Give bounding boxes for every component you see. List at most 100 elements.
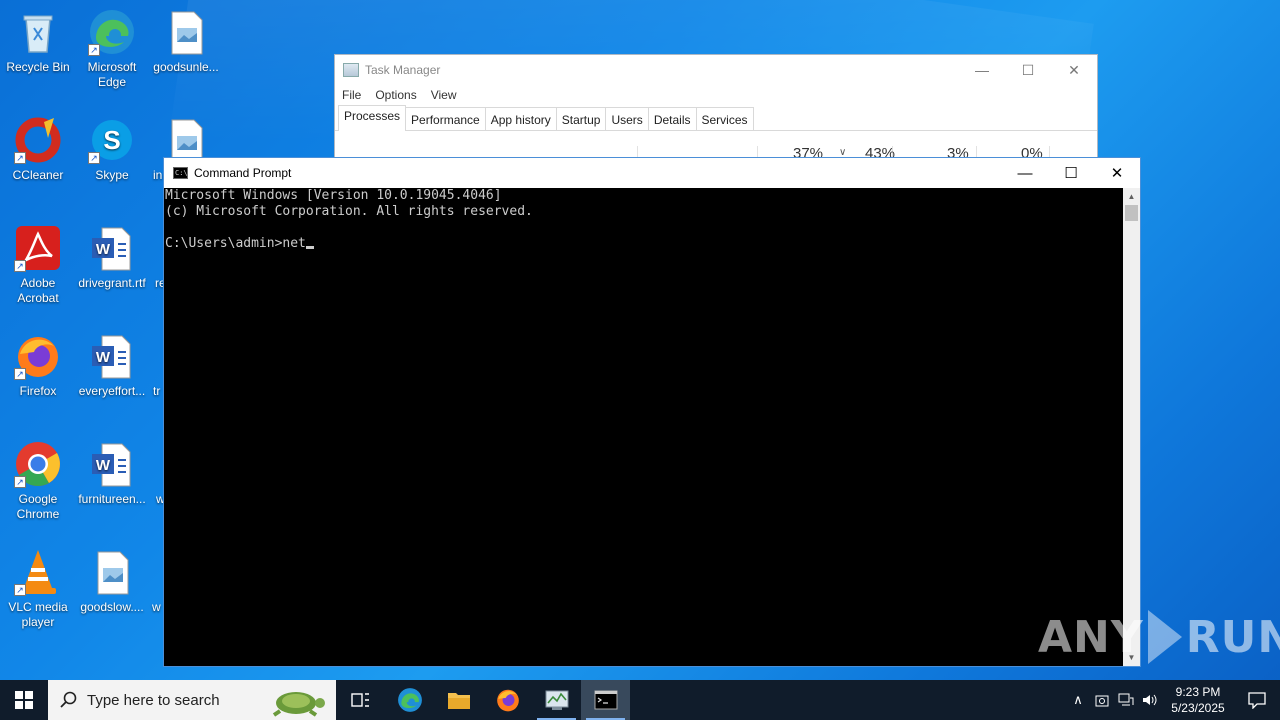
svg-text:W: W [96, 349, 111, 366]
taskbar-clock[interactable]: 9:23 PM 5/23/2025 [1162, 684, 1234, 716]
svg-text:S: S [103, 125, 120, 155]
clock-date: 5/23/2025 [1171, 701, 1225, 715]
desktop-icon-google-chrome[interactable]: ↗ Google Chrome [0, 440, 76, 522]
window-title: Command Prompt [194, 166, 292, 180]
taskbar-search-box[interactable]: Type here to search [48, 680, 336, 720]
ccleaner-icon: ↗ [14, 116, 62, 164]
desktop-icon-vlc[interactable]: ↗ VLC media player [0, 548, 76, 630]
tab-bar: Processes Performance App history Startu… [335, 105, 1097, 131]
menu-bar: File Options View [335, 85, 1097, 105]
minimize-button[interactable]: — [1002, 158, 1048, 188]
taskbar-command-prompt-button[interactable] [581, 680, 630, 720]
icon-label: goodsunle... [153, 60, 219, 74]
shortcut-arrow-icon: ↗ [88, 44, 100, 56]
word-document-icon: W [88, 224, 136, 272]
command-prompt-icon [594, 690, 617, 710]
tab-app-history[interactable]: App history [484, 107, 557, 130]
task-manager-window[interactable]: Task Manager — ☐ ✕ File Options View Pro… [334, 54, 1098, 164]
svg-text:W: W [96, 241, 111, 258]
image-file-icon [162, 8, 210, 56]
network-icon[interactable] [1114, 680, 1138, 720]
menu-view[interactable]: View [431, 88, 457, 102]
command-prompt-icon: C:\ [173, 167, 188, 179]
desktop-icon-recycle-bin[interactable]: Recycle Bin [0, 8, 76, 75]
desktop-icon-everyeffort[interactable]: W everyeffort... [74, 332, 150, 399]
console-output[interactable]: Microsoft Windows [Version 10.0.19045.40… [164, 188, 1124, 666]
command-prompt-window[interactable]: C:\ Command Prompt — ☐ ✕ Microsoft Windo… [163, 157, 1141, 667]
volume-icon[interactable] [1138, 680, 1162, 720]
menu-options[interactable]: Options [375, 88, 416, 102]
desktop-icon-skype[interactable]: S ↗ Skype [74, 116, 150, 183]
tab-services[interactable]: Services [695, 107, 754, 130]
console-prompt-line[interactable]: C:\Users\admin>net [165, 236, 1124, 252]
firefox-icon: ↗ [14, 332, 62, 380]
clock-time: 9:23 PM [1175, 685, 1221, 699]
shortcut-arrow-icon: ↗ [14, 260, 26, 272]
tab-details[interactable]: Details [647, 107, 697, 130]
icon-label: Firefox [19, 384, 57, 398]
system-tray: ∧ 9:23 PM 5/23/2025 [1066, 680, 1280, 720]
acrobat-icon: ↗ [14, 224, 62, 272]
word-document-icon: W [88, 440, 136, 488]
shortcut-arrow-icon: ↗ [14, 368, 26, 380]
maximize-button[interactable]: ☐ [1005, 55, 1051, 85]
command-prompt-titlebar[interactable]: C:\ Command Prompt [164, 158, 1140, 188]
desktop-icon-firefox[interactable]: ↗ Firefox [0, 332, 76, 399]
icon-label: everyeffort... [78, 384, 146, 398]
taskbar: Type here to search ∧ 9:23 PM 5/23/2025 [0, 680, 1280, 720]
shortcut-arrow-icon: ↗ [14, 152, 26, 164]
desktop-icon-adobe-acrobat[interactable]: ↗ Adobe Acrobat [0, 224, 76, 306]
console-prompt-text: C:\Users\admin>net [165, 236, 306, 251]
desktop-icon-drivegrant[interactable]: W drivegrant.rtf [74, 224, 150, 291]
taskbar-file-explorer-button[interactable] [434, 680, 483, 720]
tab-performance[interactable]: Performance [405, 107, 486, 130]
edge-icon: ↗ [88, 8, 136, 56]
show-hidden-icons-chevron-icon[interactable]: ∧ [1066, 680, 1090, 720]
edge-icon [397, 688, 422, 712]
icon-label: Google Chrome [16, 492, 60, 521]
icon-label: goodslow.... [80, 600, 144, 614]
tab-processes[interactable]: Processes [338, 105, 407, 131]
icon-label: CCleaner [12, 168, 64, 182]
start-button[interactable] [0, 680, 48, 720]
search-placeholder: Type here to search [87, 691, 220, 709]
taskbar-firefox-button[interactable] [483, 680, 532, 720]
turtle-illustration-icon [272, 692, 325, 717]
text-cursor [305, 246, 314, 249]
image-file-icon [88, 548, 136, 596]
scroll-up-icon[interactable]: ▲ [1123, 188, 1140, 205]
desktop-icon-microsoft-edge[interactable]: ↗ Microsoft Edge [74, 8, 150, 90]
close-button[interactable]: ✕ [1094, 158, 1140, 188]
taskbar-task-manager-button[interactable] [532, 680, 581, 720]
security-tray-icon[interactable] [1090, 680, 1114, 720]
vlc-icon: ↗ [14, 548, 62, 596]
desktop-icon-ccleaner[interactable]: ↗ CCleaner [0, 116, 76, 183]
anyrun-watermark: ANY RUN [1038, 610, 1280, 664]
action-center-button[interactable] [1234, 680, 1280, 720]
maximize-button[interactable]: ☐ [1048, 158, 1094, 188]
close-button[interactable]: ✕ [1051, 55, 1097, 85]
notification-icon [1248, 692, 1266, 709]
desktop-icon-furnitureen[interactable]: W furnitureen... [74, 440, 150, 507]
minimize-button[interactable]: — [959, 55, 1005, 85]
watermark-text-left: ANY [1038, 611, 1144, 663]
word-document-icon: W [88, 332, 136, 380]
icon-label: drivegrant.rtf [78, 276, 146, 290]
vertical-scrollbar[interactable]: ▲ ▼ [1123, 188, 1140, 666]
tab-startup[interactable]: Startup [555, 107, 607, 130]
desktop-icon-goodsunle[interactable]: goodsunle... [148, 8, 224, 75]
menu-file[interactable]: File [342, 88, 361, 102]
desktop-icon-goodslow[interactable]: goodslow.... [74, 548, 150, 615]
search-icon [60, 691, 77, 708]
scroll-thumb[interactable] [1125, 205, 1138, 221]
folder-icon [447, 693, 470, 709]
task-view-button[interactable] [336, 680, 385, 720]
tab-users[interactable]: Users [605, 107, 649, 130]
shortcut-arrow-icon: ↗ [14, 584, 26, 596]
firefox-icon [496, 689, 519, 712]
task-manager-icon [545, 690, 568, 710]
task-manager-icon [343, 63, 359, 77]
taskbar-edge-button[interactable] [385, 680, 434, 720]
console-line: Microsoft Windows [Version 10.0.19045.40… [165, 188, 502, 203]
